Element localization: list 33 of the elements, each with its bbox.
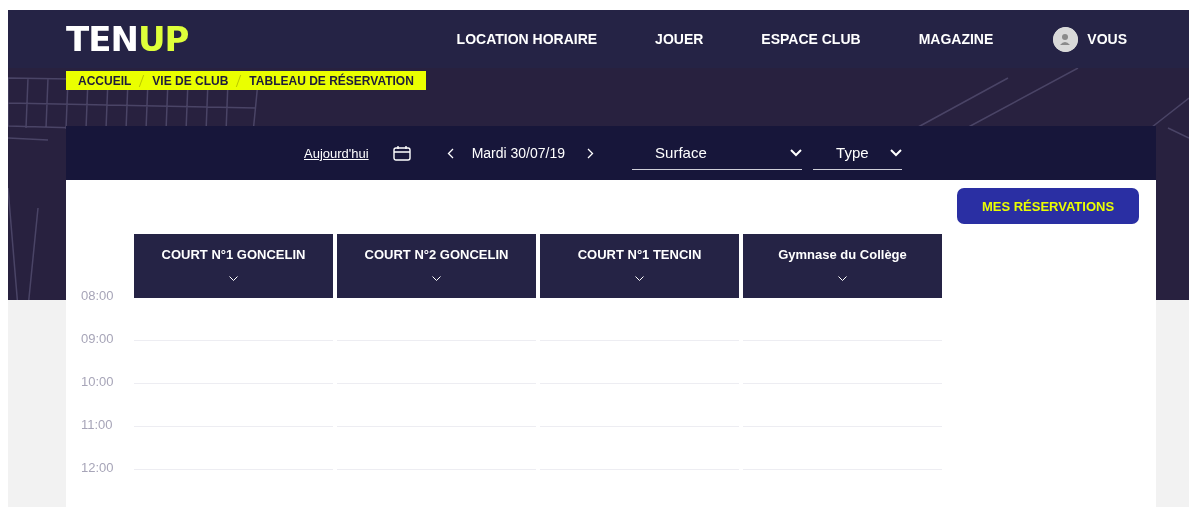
time-label: 11:00 — [81, 417, 113, 433]
date-label: Mardi 30/07/19 — [471, 145, 566, 161]
today-link[interactable]: Aujourd'hui — [304, 145, 369, 161]
breadcrumb-link[interactable]: TABLEAU DE RÉSERVATION — [249, 73, 414, 88]
chevron-down-icon — [635, 276, 644, 281]
previous-day-icon[interactable] — [446, 147, 454, 159]
calendar-icon[interactable] — [392, 145, 411, 161]
chevron-down-icon — [838, 276, 847, 281]
nav-link[interactable]: ESPACE CLUB — [761, 31, 861, 47]
chevron-down-icon — [229, 276, 238, 281]
filter-dropdown[interactable]: Type — [813, 136, 903, 170]
chevron-down-icon — [890, 148, 903, 157]
breadcrumb-link[interactable]: ACCUEIL — [78, 73, 132, 88]
chevron-down-icon — [432, 276, 441, 281]
filter-dropdown[interactable]: Surface — [632, 136, 803, 170]
time-label: 10:00 — [81, 374, 114, 390]
time-label: 12:00 — [81, 460, 114, 476]
user-menu-link[interactable]: VOUS — [1087, 31, 1127, 47]
avatar-icon[interactable] — [1053, 26, 1079, 52]
nav-link[interactable]: LOCATION HORAIRE — [456, 31, 598, 47]
nav-link[interactable]: MAGAZINE — [918, 31, 994, 47]
court-column-header[interactable]: COURT N°1 TENCIN — [540, 234, 739, 298]
court-column-header[interactable]: Gymnase du Collège — [743, 234, 942, 298]
next-day-icon[interactable] — [587, 147, 595, 159]
court-column-header[interactable]: COURT N°1 GONCELIN — [134, 234, 333, 298]
logo[interactable]: TENUP — [66, 22, 189, 56]
chevron-down-icon — [790, 148, 803, 157]
court-column-header[interactable]: COURT N°2 GONCELIN — [337, 234, 536, 298]
nav-link[interactable]: JOUER — [655, 31, 704, 47]
my-reservations-button[interactable]: MES RÉSERVATIONS — [957, 188, 1139, 224]
time-label: 08:00 — [81, 288, 114, 304]
time-label: 09:00 — [81, 331, 114, 347]
breadcrumb-link[interactable]: VIE DE CLUB — [152, 73, 229, 88]
